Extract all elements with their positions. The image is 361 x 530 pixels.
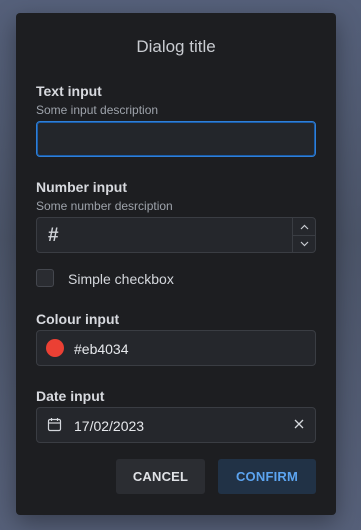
date-input-field[interactable]: 17/02/2023 xyxy=(36,407,316,443)
text-input-field[interactable] xyxy=(36,121,316,157)
text-input-description: Some input description xyxy=(36,103,159,117)
colour-input-label: Colour input xyxy=(36,311,120,327)
cancel-button[interactable]: CANCEL xyxy=(116,459,205,494)
date-input-value: 17/02/2023 xyxy=(74,418,145,434)
number-stepper[interactable] xyxy=(292,218,315,252)
confirm-button[interactable]: CONFIRM xyxy=(218,459,316,494)
close-icon[interactable] xyxy=(292,417,306,431)
hash-icon: # xyxy=(48,225,59,246)
dialog-title: Dialog title xyxy=(136,37,216,56)
number-input-description: Some number desrciption xyxy=(36,199,173,213)
dialog: Dialog title Text input Some input descr… xyxy=(16,13,336,515)
simple-checkbox[interactable] xyxy=(36,269,54,287)
calendar-icon[interactable] xyxy=(47,417,62,432)
chevron-up-icon[interactable] xyxy=(293,218,315,236)
date-input-label: Date input xyxy=(36,388,105,404)
chevron-down-icon[interactable] xyxy=(293,235,315,252)
number-input-label: Number input xyxy=(36,179,127,195)
colour-swatch[interactable] xyxy=(46,339,64,357)
colour-input-value: #eb4034 xyxy=(74,341,129,357)
simple-checkbox-label: Simple checkbox xyxy=(68,271,174,287)
colour-input-field[interactable]: #eb4034 xyxy=(36,330,316,366)
text-input-label: Text input xyxy=(36,83,102,99)
number-input-field[interactable]: # xyxy=(36,217,316,253)
